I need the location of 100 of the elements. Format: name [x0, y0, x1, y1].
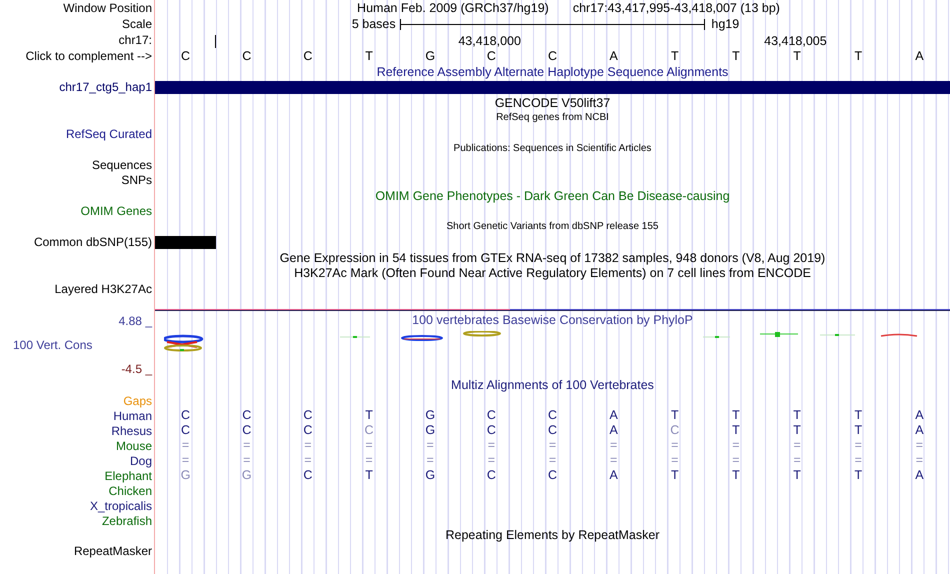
- species-label: Elephant: [104, 470, 152, 482]
- base-letter: =: [793, 454, 801, 467]
- base-letter: =: [548, 439, 556, 452]
- base-letter: =: [304, 454, 312, 467]
- species-label: X_tropicalis: [90, 500, 152, 512]
- base-letter: =: [916, 439, 924, 452]
- base-letter: =: [304, 439, 312, 452]
- base-letter: =: [854, 454, 862, 467]
- row-label: Scale: [122, 18, 152, 30]
- base-letter[interactable]: C: [181, 50, 190, 62]
- base-letter: G: [425, 469, 436, 482]
- feature-bar[interactable]: [155, 236, 216, 249]
- base-letter: =: [732, 439, 740, 452]
- base-letter[interactable]: A: [915, 50, 924, 62]
- base-letter[interactable]: T: [732, 50, 740, 62]
- base-letter: =: [793, 439, 801, 452]
- base-letter: C: [670, 424, 680, 437]
- base-letter[interactable]: G: [425, 50, 436, 62]
- base-letter: =: [732, 454, 740, 467]
- base-letter: =: [548, 454, 556, 467]
- axis-max-label: 4.88 _: [118, 315, 152, 327]
- track-title: GENCODE V50lift37: [494, 96, 610, 109]
- base-letter[interactable]: C: [303, 50, 312, 62]
- track-label[interactable]: RefSeq Curated: [66, 128, 152, 140]
- track-label[interactable]: SNPs: [121, 174, 152, 186]
- base-letter: T: [365, 469, 373, 482]
- base-letter: C: [548, 469, 557, 482]
- base-letter: T: [670, 409, 679, 422]
- position-text: chr17:43,417,995-43,418,007 (13 bp): [572, 2, 780, 14]
- track-title: Reference Assembly Alternate Haplotype Sequence Alignments: [376, 66, 728, 78]
- base-letter: T: [854, 424, 862, 437]
- base-letter: =: [365, 454, 373, 467]
- base-letter: A: [915, 469, 924, 482]
- base-letter[interactable]: T: [365, 50, 373, 62]
- track-label[interactable]: Sequences: [92, 158, 152, 171]
- complement-link[interactable]: Click to complement -->: [26, 50, 152, 62]
- base-letter: =: [610, 439, 618, 452]
- base-letter: C: [486, 409, 496, 422]
- track-label[interactable]: 100 Vert. Cons: [0, 339, 92, 351]
- base-letter: =: [426, 439, 434, 452]
- species-label: Mouse: [116, 440, 152, 452]
- base-letter: T: [670, 469, 679, 482]
- base-letter: =: [182, 454, 190, 467]
- track-label[interactable]: Common dbSNP(155): [34, 236, 152, 248]
- track-title: Repeating Elements by RepeatMasker: [445, 529, 660, 542]
- position-label: 43,418,005: [764, 35, 828, 48]
- base-letter: T: [732, 424, 740, 437]
- base-letter: =: [182, 439, 190, 452]
- species-label: Chicken: [108, 484, 152, 496]
- base-letter: G: [425, 424, 436, 437]
- base-letter[interactable]: A: [609, 50, 618, 62]
- base-letter: C: [242, 424, 252, 437]
- track-title: 100 vertebrates Basewise Conservation by PhyloP: [412, 314, 693, 328]
- base-letter[interactable]: T: [793, 50, 801, 62]
- base-letter: A: [609, 469, 618, 482]
- base-letter: A: [609, 409, 618, 422]
- track-label[interactable]: RepeatMasker: [74, 544, 152, 556]
- base-letter: =: [488, 454, 495, 467]
- base-letter: C: [303, 469, 312, 482]
- assembly-db: hg19: [711, 16, 740, 31]
- track-label[interactable]: OMIM Genes: [80, 205, 152, 218]
- base-letter: =: [916, 454, 924, 467]
- species-label: Zebrafish: [102, 514, 152, 526]
- base-letter: A: [915, 409, 924, 422]
- track-title: H3K27Ac Mark (Often Found Near Active Regulatory Elements) on 7 cell lines from ENCODE: [294, 267, 811, 280]
- base-letter: C: [303, 409, 312, 422]
- track-title: Publications: Sequences in Scientific Articles: [454, 144, 652, 154]
- track-label[interactable]: Layered H3K27Ac: [54, 282, 152, 295]
- species-label: Human: [113, 410, 152, 422]
- base-letter: =: [426, 454, 434, 467]
- base-letter: =: [365, 439, 373, 452]
- species-label: Gaps: [123, 394, 152, 406]
- assembly-name: Human Feb. 2009 (GRCh37/hg19): [357, 2, 549, 14]
- base-letter: =: [671, 439, 678, 452]
- track-title: OMIM Gene Phenotypes - Dark Green Can Be Disease-causing: [375, 190, 730, 202]
- base-letter: =: [243, 439, 250, 452]
- base-letter[interactable]: C: [548, 50, 557, 62]
- base-letter[interactable]: T: [670, 50, 679, 62]
- base-letter: C: [548, 424, 557, 437]
- track-label[interactable]: chr17_ctg5_hap1: [59, 81, 152, 94]
- feature-bar[interactable]: [155, 80, 950, 94]
- tick-mark: [215, 35, 216, 48]
- base-letter: T: [854, 409, 862, 422]
- base-letter: C: [242, 409, 252, 422]
- base-letter: A: [609, 424, 618, 437]
- track-title: Short Genetic Variants from dbSNP release 155: [446, 222, 658, 232]
- base-letter: T: [854, 469, 862, 482]
- base-letter: C: [364, 424, 374, 437]
- base-letter: T: [793, 424, 801, 437]
- base-letter: T: [793, 469, 801, 482]
- base-letter: T: [365, 409, 373, 422]
- base-letter: =: [488, 439, 495, 452]
- base-letter: T: [732, 469, 740, 482]
- base-letter: =: [243, 454, 250, 467]
- base-letter[interactable]: C: [486, 50, 496, 62]
- base-letter: T: [793, 409, 801, 422]
- base-letter: =: [671, 454, 678, 467]
- species-label: Dog: [130, 454, 152, 466]
- base-letter[interactable]: T: [854, 50, 862, 62]
- base-letter[interactable]: C: [242, 50, 252, 62]
